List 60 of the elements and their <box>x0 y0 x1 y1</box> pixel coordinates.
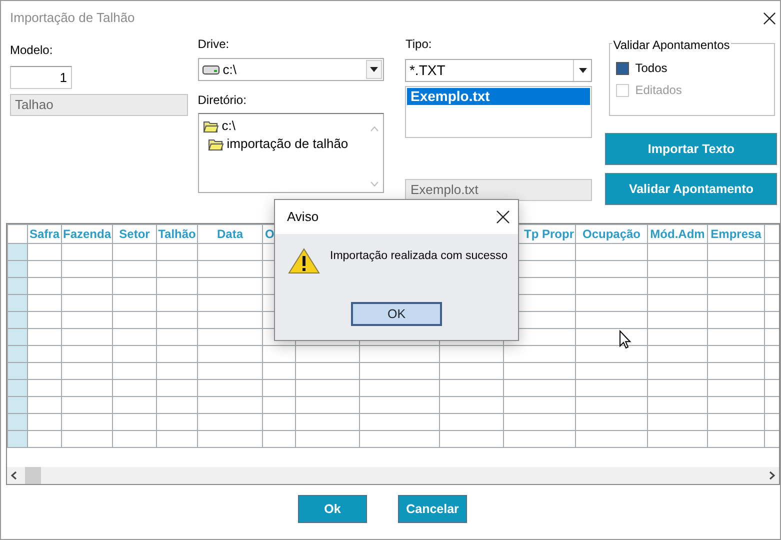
row-indicator[interactable] <box>8 260 28 278</box>
checkbox-label: Todos <box>635 60 668 77</box>
description-field: Talhao <box>10 94 188 116</box>
horizontal-scrollbar[interactable] <box>7 467 779 484</box>
checkbox-label: Editados <box>635 82 682 99</box>
row-indicator[interactable] <box>8 328 28 346</box>
close-icon[interactable] <box>763 12 776 24</box>
dialog-title: Aviso <box>287 208 319 226</box>
warning-icon <box>288 248 320 274</box>
window-title: Importação de Talhão <box>10 9 135 28</box>
tipo-dropdown[interactable]: *.TXT <box>405 59 592 82</box>
directory-item[interactable]: importação de talhão <box>226 134 348 154</box>
column-header[interactable]: Ocupação <box>576 224 648 244</box>
file-item[interactable]: Exemplo.txt <box>407 88 590 105</box>
modelo-field[interactable]: 1 <box>10 66 72 89</box>
row-indicator[interactable] <box>8 414 28 430</box>
row-indicator[interactable] <box>8 294 28 312</box>
row-indicator[interactable] <box>8 312 28 328</box>
footer-button[interactable]: Ok <box>298 495 367 523</box>
column-header[interactable]: Setor <box>112 224 156 244</box>
row-indicator[interactable] <box>8 396 28 414</box>
caret-icon <box>578 68 587 73</box>
folder-icon <box>208 138 224 150</box>
close-icon[interactable] <box>496 210 510 224</box>
action-button[interactable]: Importar Texto <box>605 133 778 165</box>
ok-button[interactable]: OK <box>351 302 442 326</box>
footer-button[interactable]: Cancelar <box>398 495 467 523</box>
row-indicator[interactable] <box>8 278 28 294</box>
drive-value: c:\ <box>222 60 236 79</box>
column-header[interactable]: Talhão <box>156 224 198 244</box>
tipo-value: *.TXT <box>408 61 446 80</box>
row-indicator[interactable] <box>8 380 28 396</box>
column-header[interactable]: Empresa <box>708 224 764 244</box>
caret-icon <box>370 67 378 72</box>
row-indicator[interactable] <box>8 346 28 362</box>
tipo-label: Tipo: <box>405 37 432 51</box>
dialog-message: Importação realizada com sucesso <box>330 249 508 264</box>
directory-label: Diretório: <box>198 93 246 107</box>
scroll-up-icon <box>370 126 379 132</box>
row-indicator[interactable] <box>8 430 28 448</box>
drive-dropdown[interactable]: c:\ <box>198 58 384 81</box>
action-button[interactable]: Validar Apontamento <box>605 173 778 205</box>
pointer-icon <box>619 330 631 349</box>
scroll-right-icon <box>769 471 775 480</box>
drive-label: Drive: <box>198 37 230 51</box>
column-header[interactable]: Mód.Adm <box>648 224 708 244</box>
scroll-down-icon <box>370 181 379 187</box>
column-header[interactable]: Safra <box>28 224 62 244</box>
scrollbar-thumb[interactable] <box>25 467 41 484</box>
directory-item[interactable]: c:\ <box>222 116 236 136</box>
folder-icon <box>202 120 219 132</box>
row-indicator[interactable] <box>8 244 28 260</box>
drive-icon <box>202 64 220 74</box>
row-indicator[interactable] <box>8 362 28 380</box>
scroll-left-icon <box>11 471 17 480</box>
filename-field: Exemplo.txt <box>405 179 592 201</box>
column-header[interactable]: Fazenda <box>62 224 112 244</box>
checkbox[interactable] <box>616 62 630 74</box>
modelo-label: Modelo: <box>10 43 53 57</box>
column-header[interactable]: Data <box>198 224 262 244</box>
